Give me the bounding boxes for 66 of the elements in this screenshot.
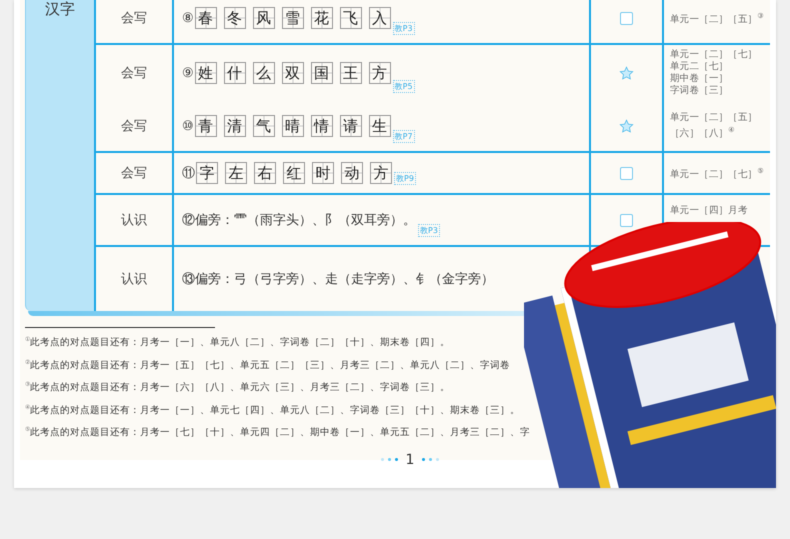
character-box: 清 <box>224 115 246 137</box>
item-number: ⑩ <box>182 118 194 134</box>
reference-text: 单元一［二］［五］ <box>670 112 758 124</box>
page-reference: 教P7 <box>392 130 415 143</box>
item-number: ⑧ <box>182 10 194 26</box>
footnote: $^{②}$此考点的对点题目还有：月考一［五］［七］、单元五［二］［三］、月考三［二］、单元八［二］、字词卷 <box>25 358 511 373</box>
reference-text: 单元一［四］月考 <box>670 205 748 217</box>
character-box: 什 <box>224 62 246 84</box>
page-reference: 教P9 <box>394 172 416 185</box>
character-box: 气 <box>252 115 275 137</box>
reference-text: 期中卷［一］ <box>670 73 728 85</box>
character-box: 晴 <box>282 115 304 137</box>
type-label: 会写 <box>121 165 147 182</box>
page-number: 1 <box>406 452 414 468</box>
dots-icon <box>380 458 398 462</box>
character-box: 姓 <box>194 62 217 84</box>
character-box: 请 <box>340 115 362 137</box>
item-number: ⑪ <box>182 165 195 182</box>
character-box: 王 <box>340 62 362 84</box>
footnote: $^{③}$此考点的对点题目还有：月考一［六］［八］、单元六［三］、月考三［二］、字词卷［三］。 <box>25 380 451 396</box>
character-box: 雪 <box>282 7 304 29</box>
reference-text: ［六］［八］$^{④}$ <box>670 124 734 140</box>
character-box: 花 <box>310 7 333 29</box>
type-label: 认识 <box>121 271 147 288</box>
item-text: ⑬偏旁：弓（弓字旁）、走（走字旁）、钅（金字旁） <box>182 271 494 288</box>
character-box: 时 <box>312 162 334 184</box>
type-label: 认识 <box>121 212 147 229</box>
character-box: 青 <box>194 115 217 137</box>
type-label: 会写 <box>121 65 147 82</box>
footnote: $^{⑤}$此考点的对点题目还有：月考一［七］［十］、单元四［二］、期中卷［一］、单元五［二］、月考三［二］、字 <box>25 425 531 440</box>
checkbox[interactable] <box>620 166 633 180</box>
page-reference: 教P3 <box>392 22 415 35</box>
character-box: 方 <box>368 62 391 84</box>
character-box: 右 <box>254 162 276 184</box>
type-label: 会写 <box>121 10 147 27</box>
section-label: 汉字 <box>45 0 75 18</box>
character-box: 入 <box>368 7 391 29</box>
footnote: $^{①}$此考点的对点题目还有：月考一［一］、单元八［二］、字词卷［二］［十］、期末卷［四］。 <box>25 335 451 350</box>
reference-text: 单元一［二］［七］$^{⑤}$ <box>670 166 764 182</box>
character-box: 情 <box>310 115 333 137</box>
character-box: 左 <box>225 162 247 184</box>
character-box: 动 <box>341 162 363 184</box>
character-box: 生 <box>368 115 391 137</box>
reference-text: 单元一［二］［七］ <box>670 49 758 61</box>
item-text: ⑫偏旁：⻗（雨字头）、阝（双耳旁）。 <box>182 212 416 229</box>
character-box: 方 <box>370 162 392 184</box>
character-box: 冬 <box>224 7 246 29</box>
item-number: ⑨ <box>182 66 194 80</box>
checkbox[interactable] <box>620 12 633 24</box>
character-box: 飞 <box>340 7 362 29</box>
reference-text: 字词卷［三］ <box>670 85 728 97</box>
page-reference: 教P3 <box>418 224 440 237</box>
character-box: 么 <box>252 62 275 84</box>
dots-icon <box>422 458 440 462</box>
character-box: 春 <box>194 7 217 29</box>
character-box: 红 <box>283 162 305 184</box>
page-reference: 教P5 <box>392 80 415 93</box>
reference-text: 单元一［二］［五］$^{③}$ <box>670 10 764 26</box>
character-box: 国 <box>310 62 333 84</box>
type-label: 会写 <box>121 118 147 135</box>
character-box: 字 <box>196 162 218 184</box>
footnote: $^{④}$此考点的对点题目还有：月考一［一］、单元七［四］、单元八［二］、字词卷［三］［十］、期末卷［三］。 <box>25 402 521 418</box>
checkbox[interactable] <box>620 214 633 226</box>
character-box: 双 <box>282 62 304 84</box>
character-box: 风 <box>252 7 275 29</box>
reference-text: 单元二［七］ <box>670 61 728 73</box>
